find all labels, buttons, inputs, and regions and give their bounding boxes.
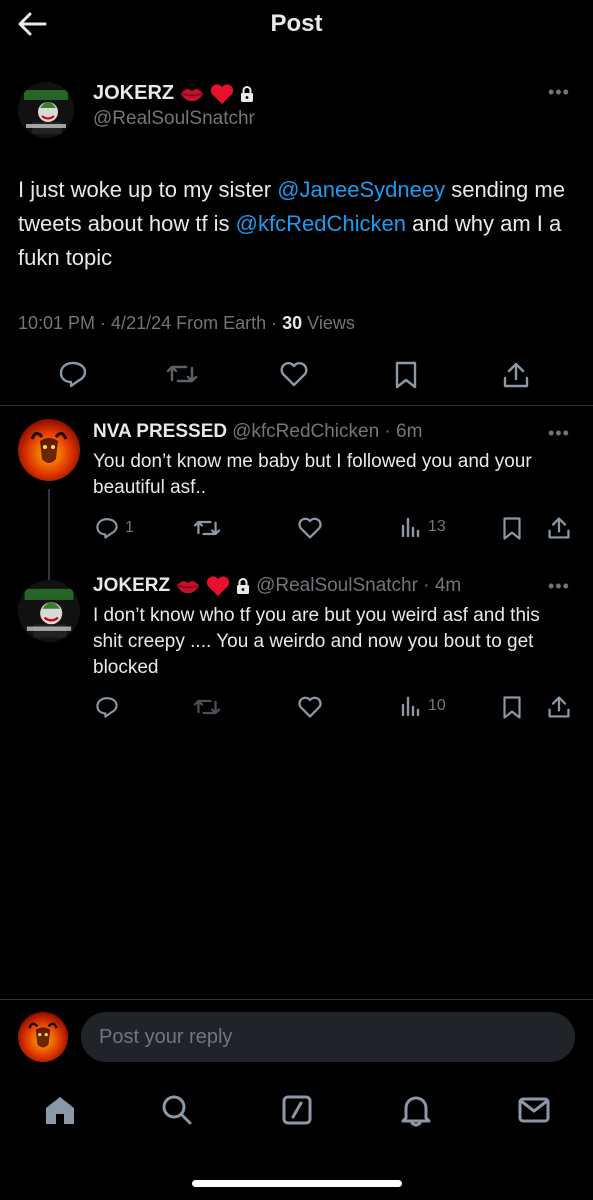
search-icon	[162, 1095, 192, 1125]
like-button[interactable]	[297, 695, 323, 719]
mention-link[interactable]: @JaneeSydneey	[277, 177, 445, 202]
reply-icon	[96, 518, 118, 539]
more-icon[interactable]: •••	[548, 423, 570, 444]
bookmark-icon	[503, 517, 521, 540]
reply-icon	[59, 361, 87, 388]
reply-button[interactable]: 1	[95, 516, 134, 540]
reply-input[interactable]	[81, 1012, 575, 1062]
joker-avatar-image	[18, 580, 80, 642]
page-title: Post	[270, 10, 323, 37]
top-bar: Post	[0, 0, 593, 52]
bull-avatar-image	[28, 1022, 58, 1048]
like-icon	[298, 696, 322, 718]
share-button[interactable]	[547, 515, 571, 541]
bottom-tab-bar	[0, 1080, 593, 1140]
tab-compose[interactable]	[277, 1090, 317, 1130]
tab-home[interactable]	[40, 1090, 80, 1130]
like-icon	[298, 517, 322, 539]
reply-item[interactable]: JOKERZ @RealSoulSnatchr · 4m ••• I don’t…	[0, 570, 593, 750]
avatar[interactable]	[18, 580, 80, 642]
bookmark-button[interactable]	[502, 516, 522, 541]
reply-actions: 1 13	[0, 510, 593, 550]
views-count[interactable]: 30	[282, 313, 302, 333]
share-icon	[548, 517, 570, 539]
views-button[interactable]: 13	[400, 516, 446, 538]
views-icon	[401, 696, 420, 717]
views-label: Views	[302, 313, 355, 333]
views-count: 13	[428, 518, 446, 535]
avatar[interactable]	[18, 419, 80, 481]
mention-link[interactable]: @kfcRedChicken	[236, 211, 406, 236]
tab-notifications[interactable]	[396, 1090, 436, 1130]
home-icon	[46, 1097, 74, 1124]
reply-text: You don’t know me baby but I followed yo…	[93, 451, 532, 498]
bull-avatar-image	[30, 432, 68, 463]
lock-icon	[237, 578, 250, 594]
reply-author-row: JOKERZ @RealSoulSnatchr · 4m	[93, 575, 461, 597]
reply-author-row: NVA PRESSED @kfcRedChicken · 6m	[93, 421, 422, 443]
bookmark-icon	[503, 696, 521, 719]
lips-icon	[177, 581, 200, 594]
home-indicator[interactable]	[192, 1180, 402, 1187]
avatar[interactable]	[18, 1012, 68, 1062]
repost-icon	[193, 520, 221, 536]
repost-button[interactable]	[166, 360, 198, 388]
post-actions	[0, 356, 593, 396]
reply-button[interactable]	[58, 360, 88, 388]
post-text: I just woke up to my sister @JaneeSydnee…	[18, 173, 578, 275]
reply-handle-time[interactable]: @RealSoulSnatchr · 4m	[256, 575, 461, 597]
reply-actions: 10	[0, 691, 593, 731]
messages-icon	[518, 1097, 550, 1123]
reply-author-name[interactable]: NVA PRESSED	[93, 421, 227, 443]
views-count: 10	[428, 697, 446, 714]
tab-search[interactable]	[157, 1090, 197, 1130]
reply-icon	[96, 697, 118, 718]
repost-icon	[166, 365, 198, 383]
more-icon[interactable]: •••	[548, 576, 570, 597]
heart-emoji-icon	[206, 576, 230, 596]
reply-composer	[0, 1000, 593, 1075]
bookmark-button[interactable]	[394, 360, 418, 390]
compose-icon	[282, 1095, 312, 1125]
share-icon	[503, 362, 529, 388]
notifications-icon	[401, 1096, 431, 1127]
post-meta: 10:01 PM · 4/21/24 From Earth · 30 Views	[18, 313, 355, 334]
more-icon[interactable]: •••	[548, 82, 570, 103]
reply-button[interactable]	[95, 695, 125, 719]
bookmark-icon	[395, 361, 417, 389]
like-icon	[280, 362, 308, 387]
reply-count: 1	[125, 519, 134, 536]
share-button[interactable]	[502, 360, 530, 390]
avatar[interactable]	[18, 82, 74, 138]
views-icon	[401, 517, 420, 538]
like-button[interactable]	[279, 360, 309, 388]
repost-button[interactable]	[193, 695, 221, 719]
reply-text: I don’t know who tf you are but you weir…	[93, 605, 540, 678]
author-handle[interactable]: @RealSoulSnatchr	[93, 108, 255, 130]
reply-item[interactable]: NVA PRESSED @kfcRedChicken · 6m ••• You …	[0, 405, 593, 597]
post-text-part: I just woke up to my sister	[18, 177, 278, 202]
tab-messages[interactable]	[514, 1090, 554, 1130]
bookmark-button[interactable]	[502, 695, 522, 720]
lock-icon	[241, 85, 254, 102]
heart-emoji-icon	[211, 83, 234, 104]
repost-icon	[193, 699, 221, 715]
author-name[interactable]: JOKERZ	[93, 82, 174, 105]
share-button[interactable]	[547, 694, 571, 720]
lips-icon	[181, 88, 204, 101]
joker-avatar-image	[18, 82, 74, 138]
reply-author-name[interactable]: JOKERZ	[93, 575, 170, 597]
post-timestamp: 10:01 PM · 4/21/24 From Earth ·	[18, 313, 283, 333]
like-button[interactable]	[297, 516, 323, 540]
reply-handle-time[interactable]: @kfcRedChicken · 6m	[232, 421, 422, 443]
repost-button[interactable]	[193, 516, 221, 540]
views-button[interactable]: 10	[400, 695, 446, 717]
author-row: JOKERZ	[93, 82, 255, 105]
share-icon	[548, 696, 570, 718]
